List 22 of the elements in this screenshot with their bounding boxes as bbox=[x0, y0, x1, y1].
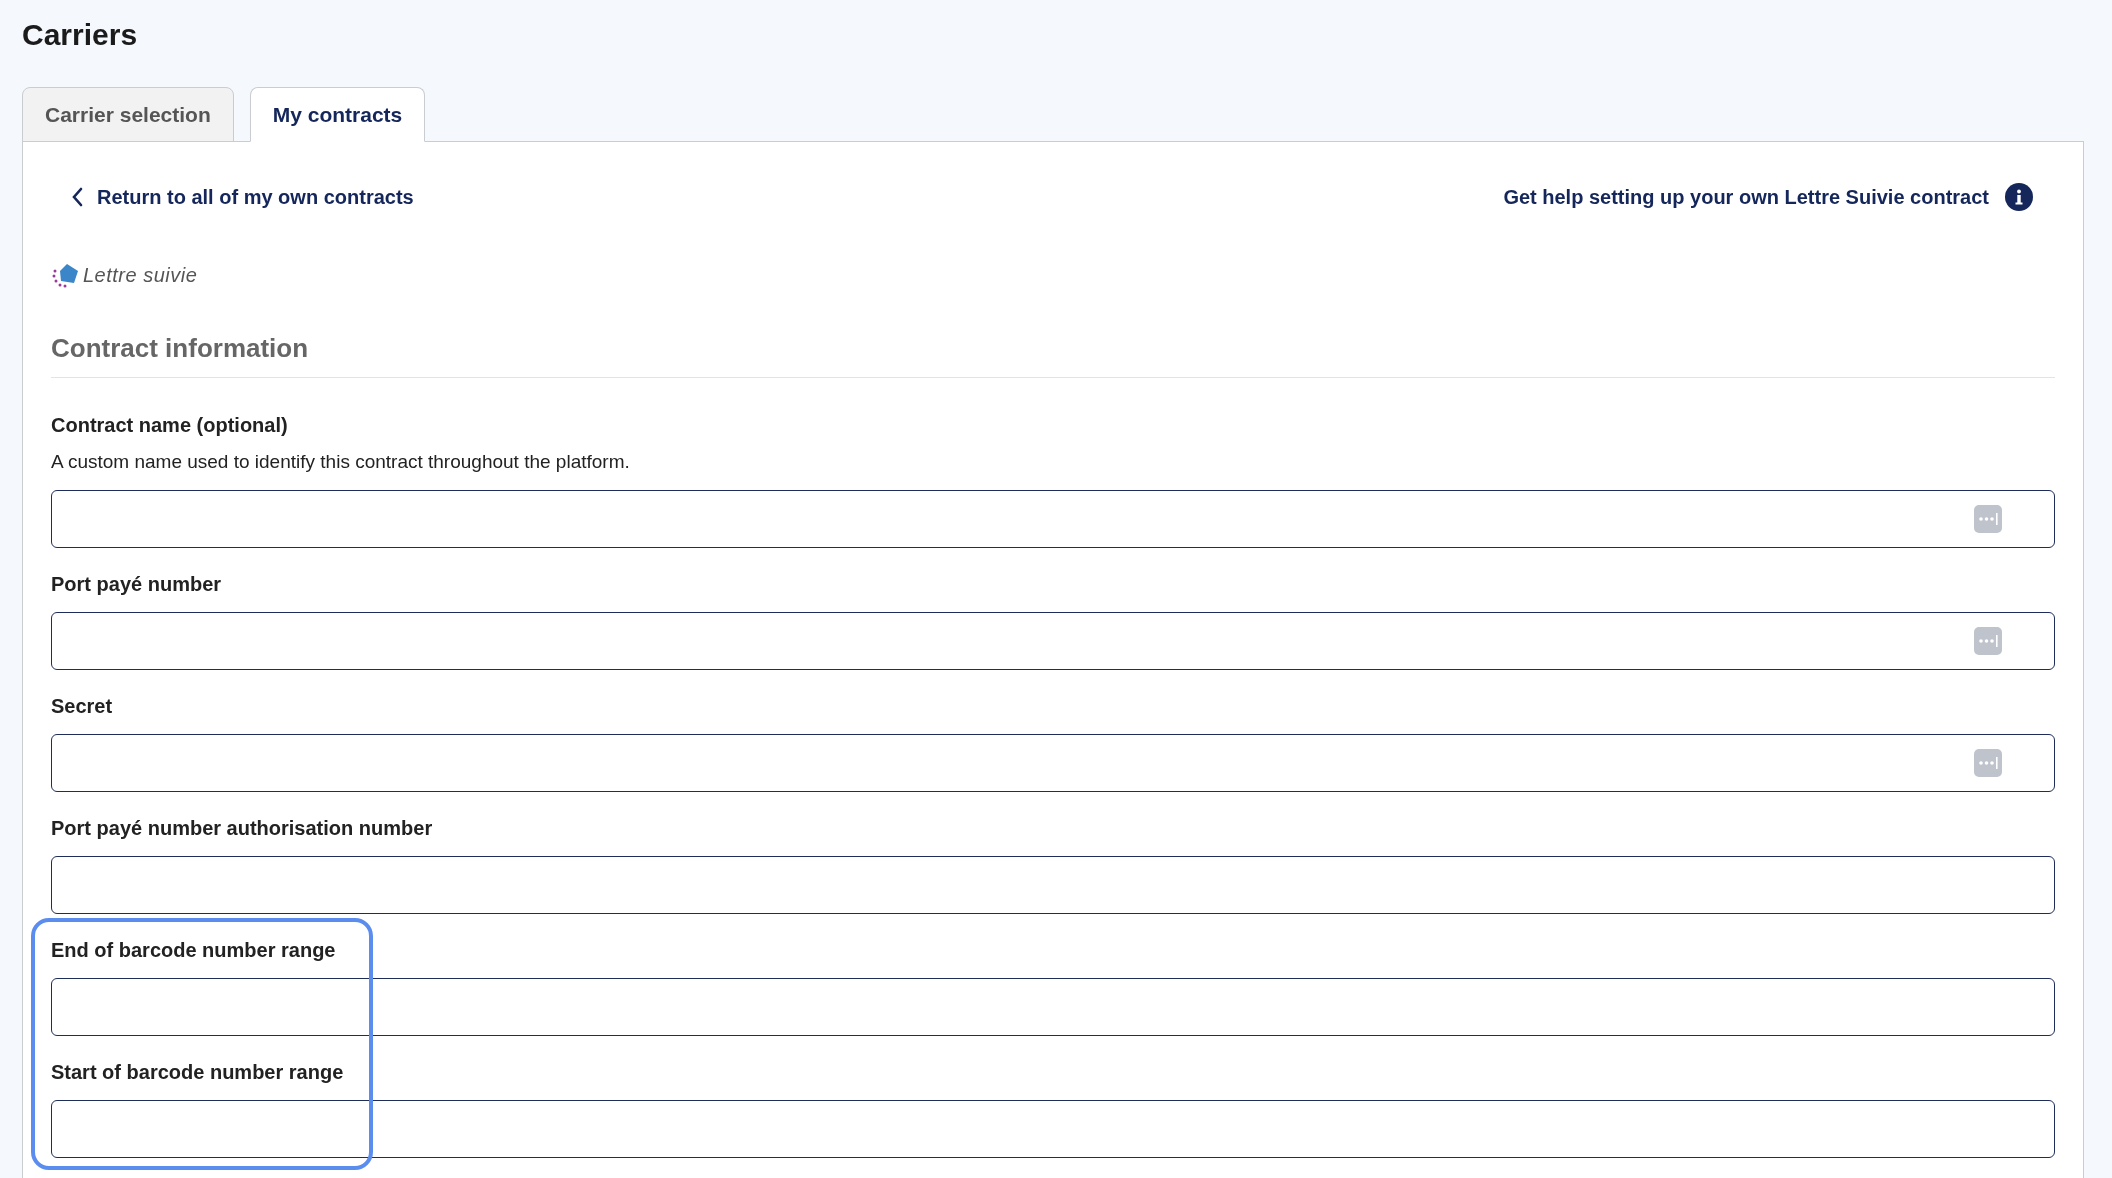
text-field[interactable] bbox=[51, 1100, 2055, 1158]
tab[interactable]: Carrier selection bbox=[22, 87, 234, 142]
field-label: Contract name (optional) bbox=[51, 413, 289, 438]
text-field[interactable] bbox=[51, 734, 2055, 792]
field-label: Secret bbox=[51, 694, 114, 719]
field-label: End of barcode number range bbox=[51, 938, 337, 963]
logo-text: Lettre suivie bbox=[83, 263, 198, 288]
text-field[interactable] bbox=[51, 856, 2055, 914]
section-title: Contract information bbox=[51, 332, 2055, 378]
back-link[interactable]: Return to all of my own contracts bbox=[71, 182, 414, 212]
text-field[interactable] bbox=[51, 612, 2055, 670]
field-label: Port payé number bbox=[51, 572, 223, 597]
chevron-left-icon bbox=[71, 187, 83, 207]
info-icon bbox=[2005, 183, 2033, 211]
text-field[interactable] bbox=[51, 490, 2055, 548]
page-title: Carriers bbox=[22, 17, 139, 53]
field-description: A custom name used to identify this contract throughout the platform. bbox=[51, 450, 631, 474]
text-field[interactable] bbox=[51, 978, 2055, 1036]
tab[interactable]: My contracts bbox=[249, 87, 426, 142]
help-link[interactable]: Get help setting up your own Lettre Suivie contract bbox=[1503, 182, 2033, 212]
field-label: Port payé number authorisation number bbox=[51, 816, 434, 841]
field-label: Start of barcode number range bbox=[51, 1060, 345, 1085]
